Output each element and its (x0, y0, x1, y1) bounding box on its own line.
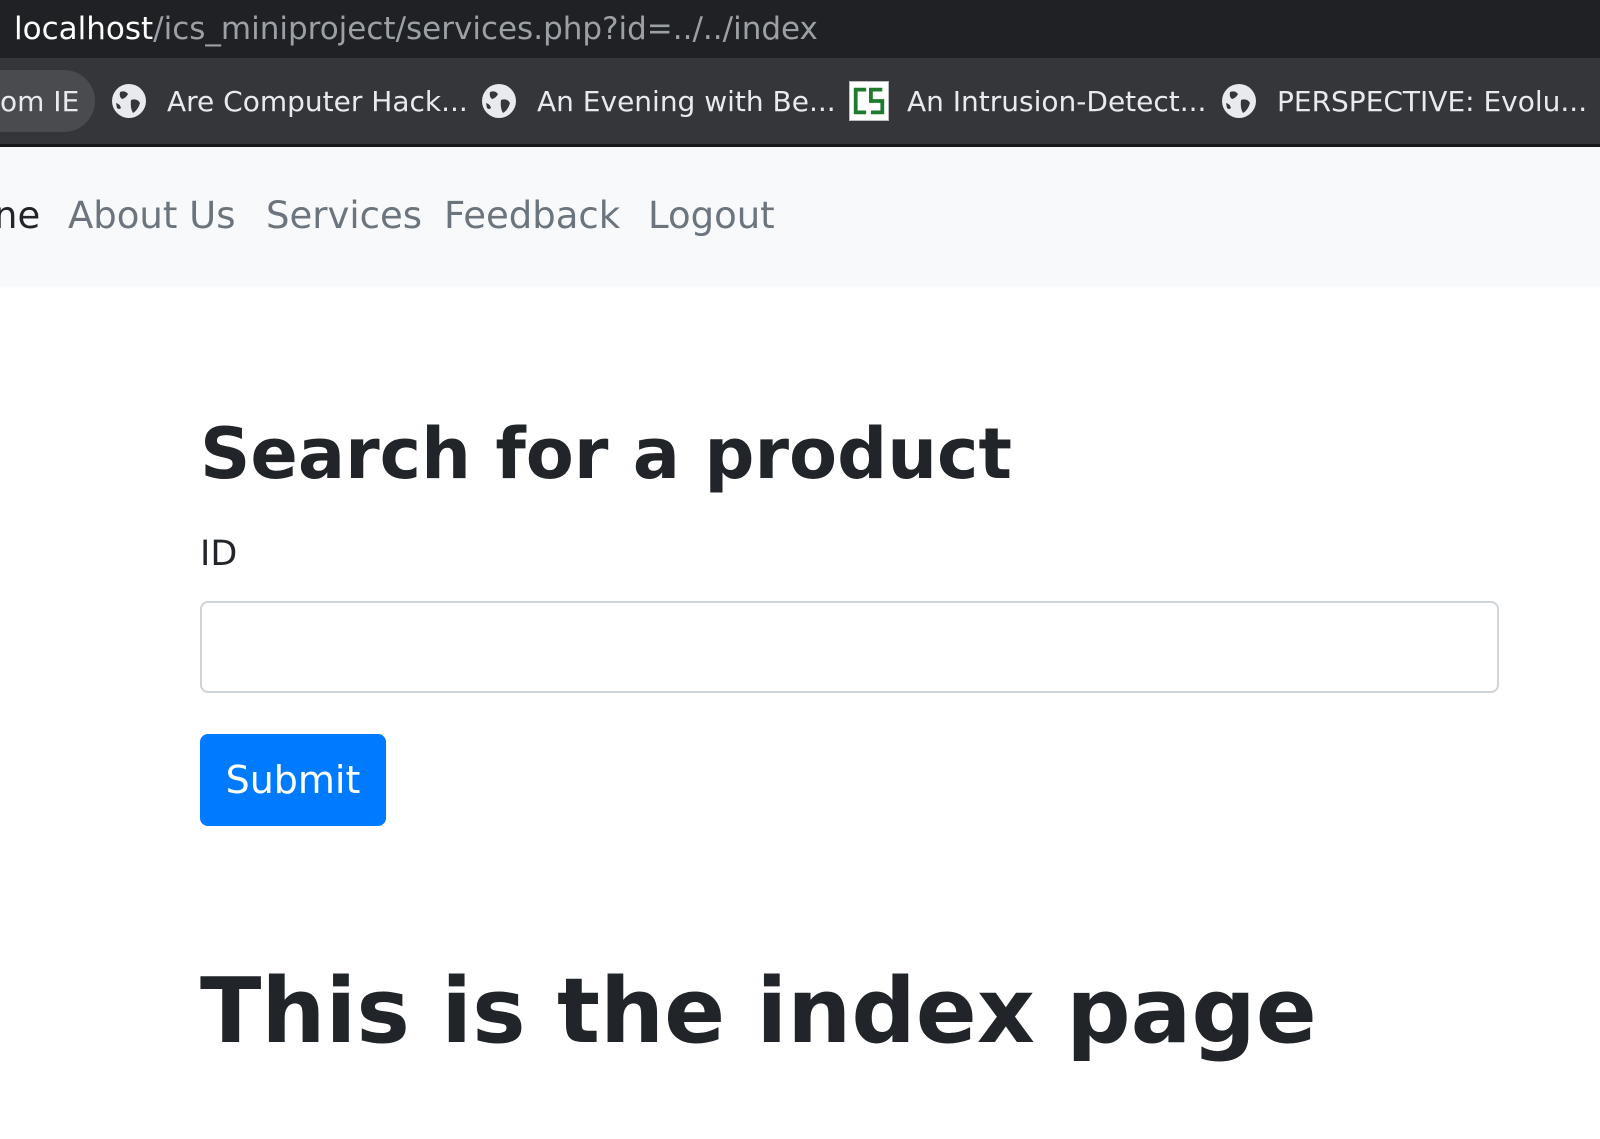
bookmark-label: Are Computer Hack... (167, 84, 468, 118)
globe-icon (112, 84, 146, 118)
cs-icon (849, 81, 889, 121)
id-input[interactable] (200, 601, 1499, 693)
search-heading: Search for a product (200, 413, 1013, 495)
nav-logout-link[interactable]: Logout (648, 197, 775, 234)
bookmark-item[interactable]: Are Computer Hack... (111, 70, 468, 132)
nav-home-link[interactable]: ne (0, 197, 40, 234)
nav-services-link[interactable]: Services (266, 197, 422, 234)
nav-about-link[interactable]: About Us (68, 197, 236, 234)
bookmark-item[interactable]: PERSPECTIVE: Evolu... (1221, 70, 1587, 132)
bookmark-label: An Evening with Be... (537, 84, 836, 118)
bookmarks-bar: om IE Are Computer Hack... An Evening wi… (0, 58, 1600, 147)
url-path: /ics_miniproject/services.php?id=../../i… (153, 11, 818, 47)
index-heading: This is the index page (200, 959, 1317, 1064)
bookmark-item[interactable]: om IE (0, 70, 96, 132)
globe-icon (482, 84, 516, 118)
address-bar[interactable]: localhost/ics_miniproject/services.php?i… (0, 0, 1600, 58)
id-label: ID (200, 534, 238, 574)
globe-icon (1222, 84, 1256, 118)
bookmark-label: An Intrusion-Detect... (907, 84, 1207, 118)
bookmark-label: om IE (0, 84, 80, 118)
bookmark-item[interactable]: An Intrusion-Detect... (849, 70, 1206, 132)
url-host: localhost (14, 11, 154, 47)
bookmark-label: PERSPECTIVE: Evolu... (1277, 84, 1588, 118)
bookmark-item[interactable]: An Evening with Be... (481, 70, 836, 132)
submit-button[interactable]: Submit (200, 734, 386, 826)
site-navbar: ne About Us Services Feedback Logout (0, 147, 1600, 287)
nav-feedback-link[interactable]: Feedback (444, 197, 620, 234)
